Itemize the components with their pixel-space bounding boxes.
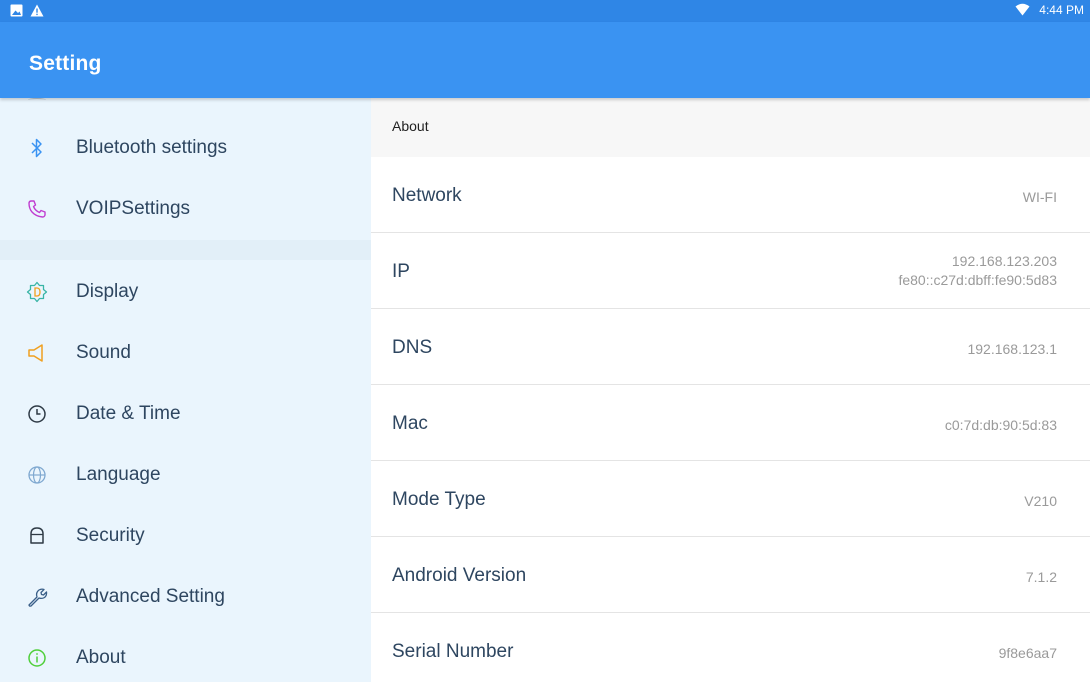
sidebar-item-security[interactable]: Security <box>0 506 371 566</box>
row-value: c0:7d:db:90:5d:83 <box>944 417 1057 433</box>
row-serial-number[interactable]: Serial Number 9f8e6aa7 <box>371 613 1090 689</box>
sidebar-item-bluetooth[interactable]: Bluetooth settings <box>0 118 371 178</box>
sidebar-item-about[interactable]: About <box>0 628 371 682</box>
clock-icon <box>26 403 48 425</box>
row-label: IP <box>392 261 410 282</box>
row-ip[interactable]: IP 192.168.123.203 fe80::c27d:dbff:fe90:… <box>371 233 1090 309</box>
wrench-icon <box>26 586 48 608</box>
sidebar-item-label: Language <box>76 464 161 485</box>
info-icon <box>26 647 48 669</box>
status-time: 4:44 PM <box>1039 3 1084 17</box>
row-value-ipv6: fe80::c27d:dbff:fe90:5d83 <box>898 272 1057 288</box>
row-network[interactable]: Network WI-FI <box>371 157 1090 233</box>
row-value: 192.168.123.1 <box>967 341 1057 357</box>
row-mac[interactable]: Mac c0:7d:db:90:5d:83 <box>371 385 1090 461</box>
row-value: 7.1.2 <box>1025 569 1057 585</box>
row-label: Android Version <box>392 565 527 586</box>
scroll-hint <box>28 98 46 102</box>
status-bar: 4:44 PM <box>0 0 1090 22</box>
speaker-icon <box>26 342 48 364</box>
sidebar-item-label: Display <box>76 281 139 302</box>
globe-icon <box>26 464 48 486</box>
sidebar-item-label: Advanced Setting <box>76 586 225 607</box>
sidebar-item-display[interactable]: Display <box>0 262 371 322</box>
image-icon <box>10 4 24 18</box>
row-value-ipv4: 192.168.123.203 <box>951 253 1057 269</box>
lock-icon <box>26 525 48 547</box>
sidebar-item-label: Date & Time <box>76 403 181 424</box>
status-bar-right: 4:44 PM <box>1015 3 1084 17</box>
sidebar-item-label: VOIPSettings <box>76 198 191 219</box>
sidebar-item-advanced-setting[interactable]: Advanced Setting <box>0 567 371 627</box>
row-mode-type[interactable]: Mode Type V210 <box>371 461 1090 537</box>
sidebar-item-label: About <box>76 647 126 668</box>
warning-icon <box>30 4 44 18</box>
sidebar-item-label: Bluetooth settings <box>76 137 228 158</box>
section-header: About <box>371 98 1090 157</box>
sidebar-item-label: Security <box>76 525 145 546</box>
phone-icon <box>26 198 48 220</box>
wifi-icon <box>1015 3 1030 17</box>
row-label: Network <box>392 185 462 206</box>
sidebar-item-sound[interactable]: Sound <box>0 323 371 383</box>
sidebar-item-language[interactable]: Language <box>0 445 371 505</box>
sidebar-item-date-time[interactable]: Date & Time <box>0 384 371 444</box>
sidebar: Bluetooth settings VOIPSettings Display … <box>0 98 371 682</box>
row-label: Mode Type <box>392 489 486 510</box>
sidebar-divider <box>0 240 371 260</box>
sidebar-item-voip[interactable]: VOIPSettings <box>0 179 371 239</box>
row-dns[interactable]: DNS 192.168.123.1 <box>371 309 1090 385</box>
display-icon <box>26 281 48 303</box>
status-bar-left <box>10 4 44 18</box>
row-value: WI-FI <box>1022 189 1057 205</box>
section-header-title: About <box>392 118 429 134</box>
row-label: Mac <box>392 413 428 434</box>
row-value: 9f8e6aa7 <box>998 645 1057 661</box>
app-bar: Setting <box>0 22 1090 98</box>
sidebar-item-label: Sound <box>76 342 131 363</box>
row-android-version[interactable]: Android Version 7.1.2 <box>371 537 1090 613</box>
row-value: V210 <box>1024 493 1057 509</box>
bluetooth-icon <box>26 137 48 159</box>
row-label: DNS <box>392 337 433 358</box>
page-title: Setting <box>29 52 102 75</box>
about-panel: About Network WI-FI IP 192.168.123.203 f… <box>371 98 1090 682</box>
row-label: Serial Number <box>392 641 514 662</box>
